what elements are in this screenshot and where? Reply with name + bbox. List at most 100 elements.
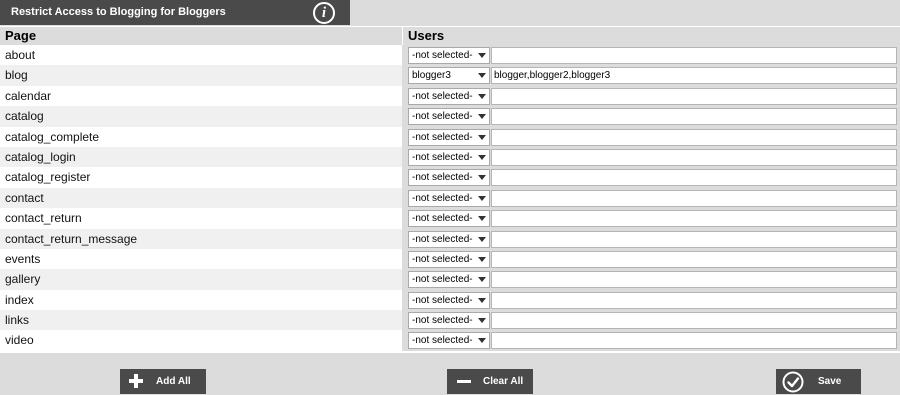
user-select[interactable]: -not selected- xyxy=(408,250,490,268)
chevron-down-icon xyxy=(478,73,486,79)
users-field[interactable] xyxy=(491,312,897,330)
users-cell: -not selected- xyxy=(402,208,900,229)
users-field[interactable] xyxy=(491,189,897,207)
users-field[interactable] xyxy=(491,148,897,166)
users-field[interactable] xyxy=(491,250,897,268)
users-cell: -not selected- xyxy=(402,167,900,188)
chevron-down-icon xyxy=(478,93,486,99)
users-cell: -not selected- xyxy=(402,126,900,147)
table-row: gallery -not selected- xyxy=(0,269,900,290)
page-name: index xyxy=(5,292,34,307)
user-select[interactable]: -not selected- xyxy=(408,128,490,146)
user-select[interactable]: -not selected- xyxy=(408,87,490,105)
table-row: index -not selected- xyxy=(0,289,900,311)
page-name: contact xyxy=(5,190,44,205)
user-select[interactable]: -not selected- xyxy=(408,210,490,228)
chevron-down-icon xyxy=(478,318,486,324)
chevron-down-icon xyxy=(478,338,486,344)
clear-all-label: Clear All xyxy=(483,376,524,387)
plus-icon xyxy=(129,374,143,388)
table-row: events -not selected- xyxy=(0,248,900,270)
users-field[interactable] xyxy=(491,332,897,350)
users-cell: -not selected- xyxy=(402,187,900,209)
chevron-down-icon xyxy=(478,195,486,201)
minus-icon xyxy=(457,380,471,383)
page-name: contact_return_message xyxy=(5,231,138,246)
users-field[interactable] xyxy=(491,271,897,289)
info-icon[interactable]: i xyxy=(313,2,335,24)
users-field[interactable] xyxy=(491,169,897,187)
users-cell: -not selected- xyxy=(402,228,900,249)
users-cell: -not selected- xyxy=(402,330,900,351)
user-select[interactable]: -not selected- xyxy=(408,312,490,330)
users-cell: blogger3 blogger,blogger2,blogger3 xyxy=(402,65,900,86)
page-name: events xyxy=(5,251,41,266)
table-row: calendar -not selected- xyxy=(0,85,900,107)
footer-bar: Add All Clear All Save xyxy=(0,353,900,395)
page-name: gallery xyxy=(5,272,41,287)
table-row: catalog_complete -not selected- xyxy=(0,126,900,147)
table-row: contact_return -not selected- xyxy=(0,208,900,229)
title-tab: Restrict Access to Blogging for Bloggers… xyxy=(0,0,350,25)
users-cell: -not selected- xyxy=(402,85,900,107)
page-name: video xyxy=(5,333,34,348)
users-cell: -not selected- xyxy=(402,106,900,127)
add-all-button[interactable]: Add All xyxy=(120,369,206,394)
page-name: about xyxy=(5,48,36,62)
chevron-down-icon xyxy=(478,216,486,222)
chevron-down-icon xyxy=(478,114,486,120)
user-select[interactable]: -not selected- xyxy=(408,271,490,289)
page-title: Restrict Access to Blogging for Bloggers xyxy=(11,6,226,18)
user-select[interactable]: -not selected- xyxy=(408,332,490,350)
chevron-down-icon xyxy=(478,277,486,283)
table-row: video -not selected- xyxy=(0,330,900,351)
users-field[interactable] xyxy=(491,128,897,146)
add-all-label: Add All xyxy=(156,376,191,387)
user-select[interactable]: -not selected- xyxy=(408,169,490,187)
checkmark-icon xyxy=(782,371,804,393)
page-name: links xyxy=(5,313,30,328)
user-select[interactable]: -not selected- xyxy=(408,47,490,64)
page-name: blog xyxy=(5,68,28,83)
users-field[interactable]: blogger,blogger2,blogger3 xyxy=(491,67,897,85)
users-field[interactable] xyxy=(491,108,897,126)
user-select[interactable]: -not selected- xyxy=(408,291,490,309)
column-header-page: Page xyxy=(5,28,37,43)
users-field[interactable] xyxy=(491,87,897,105)
users-cell: -not selected- xyxy=(402,289,900,311)
page-name: calendar xyxy=(5,88,52,103)
users-field[interactable] xyxy=(491,210,897,228)
title-bar: Restrict Access to Blogging for Bloggers… xyxy=(0,0,900,26)
users-cell: -not selected- xyxy=(402,310,900,331)
save-button[interactable]: Save xyxy=(776,369,861,394)
save-label: Save xyxy=(818,376,842,387)
page-name: contact_return xyxy=(5,211,82,226)
clear-all-button[interactable]: Clear All xyxy=(447,369,533,394)
chevron-down-icon xyxy=(478,53,486,58)
users-cell: -not selected- xyxy=(402,269,900,290)
user-select[interactable]: -not selected- xyxy=(408,189,490,207)
user-select[interactable]: -not selected- xyxy=(408,108,490,126)
chevron-down-icon xyxy=(478,175,486,181)
table-row: about -not selected- xyxy=(0,45,900,66)
chevron-down-icon xyxy=(478,256,486,262)
table-row: catalog_login -not selected- xyxy=(0,146,900,168)
users-cell: -not selected- xyxy=(402,146,900,168)
users-field[interactable] xyxy=(491,291,897,309)
page-name: catalog_complete xyxy=(5,129,100,144)
table-row: contact_return_message -not selected- xyxy=(0,228,900,249)
column-header-users: Users xyxy=(408,28,445,43)
users-field[interactable] xyxy=(491,47,897,64)
user-select[interactable]: -not selected- xyxy=(408,148,490,166)
page-name: catalog_register xyxy=(5,170,91,185)
page-name: catalog xyxy=(5,109,44,124)
chevron-down-icon xyxy=(478,297,486,303)
user-select[interactable]: -not selected- xyxy=(408,230,490,248)
table-row: links -not selected- xyxy=(0,310,900,331)
users-field[interactable] xyxy=(491,230,897,248)
chevron-down-icon xyxy=(478,154,486,160)
users-cell: -not selected- xyxy=(402,45,900,66)
chevron-down-icon xyxy=(478,134,486,140)
user-select[interactable]: blogger3 xyxy=(408,67,490,85)
table-row: contact -not selected- xyxy=(0,187,900,209)
